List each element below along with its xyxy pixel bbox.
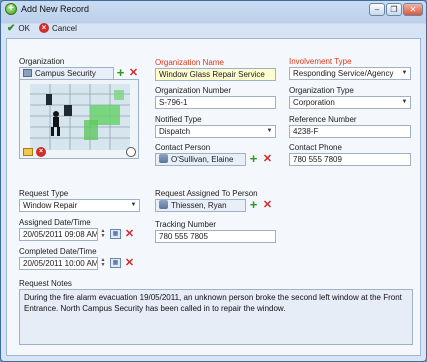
toolbar: ✔ OK × Cancel (1, 20, 426, 36)
notified-type-select[interactable]: Dispatch ▼ (155, 125, 276, 138)
organization-type-label: Organization Type (289, 86, 354, 95)
organization-value: Campus Security (35, 69, 96, 78)
open-image-icon[interactable] (23, 148, 33, 156)
calendar-icon[interactable]: ▦ (110, 258, 121, 268)
remove-assigned-person-icon[interactable]: ✕ (262, 200, 273, 211)
restore-button[interactable]: ❐ (386, 3, 402, 16)
contact-person-field[interactable]: O'Sullivan, Elaine (155, 153, 246, 166)
add-new-record-window: + Add New Record – ❐ ✕ ✔ OK × Cancel Org… (0, 0, 427, 362)
tracking-number-label: Tracking Number (155, 220, 217, 229)
request-assigned-to-value: Thiessen, Ryan (171, 201, 227, 210)
request-type-label: Request Type (19, 189, 69, 198)
remove-contact-person-icon[interactable]: ✕ (262, 154, 273, 165)
chevron-down-icon: ▼ (130, 202, 137, 208)
request-notes-label: Request Notes (19, 279, 72, 288)
close-window-button[interactable]: ✕ (403, 3, 423, 16)
cancel-icon: × (39, 23, 49, 33)
window-title: Add New Record (21, 4, 90, 14)
contact-phone-field[interactable]: 780 555 7809 (289, 153, 411, 166)
organization-name-label: Organization Name (155, 58, 224, 67)
chevron-down-icon: ▼ (401, 99, 408, 105)
add-record-icon: + (5, 3, 17, 15)
clear-image-icon[interactable]: × (36, 147, 46, 157)
organization-number-label: Organization Number (155, 86, 232, 95)
assigned-datetime-field[interactable]: 20/05/2011 09:08 AM (19, 228, 98, 241)
person-icon (159, 200, 168, 209)
notified-type-value: Dispatch (159, 127, 191, 136)
involvement-type-select[interactable]: Responding Service/Agency ▼ (289, 67, 411, 80)
record-form-panel: Organization Campus Security + ✕ × Organ… (6, 38, 421, 356)
involvement-type-value: Responding Service/Agency (293, 69, 394, 78)
organization-type-value: Corporation (293, 98, 335, 107)
person-icon (159, 154, 168, 163)
notified-type-label: Notified Type (155, 115, 202, 124)
organization-number-field[interactable]: S-796-1 (155, 96, 276, 109)
completed-datetime-field[interactable]: 20/05/2011 10:00 AM (19, 257, 98, 270)
reference-number-label: Reference Number (289, 115, 357, 124)
organization-type-select[interactable]: Corporation ▼ (289, 96, 411, 109)
chevron-down-icon: ▼ (401, 70, 408, 76)
involvement-type-label: Involvement Type (289, 57, 352, 66)
request-type-select[interactable]: Window Repair ▼ (19, 199, 140, 212)
contact-phone-label: Contact Phone (289, 143, 342, 152)
organization-icon (23, 69, 32, 77)
clear-assigned-datetime-icon[interactable]: ✕ (124, 229, 135, 240)
assigned-datetime-spinner[interactable]: ▲ ▼ (100, 229, 106, 240)
add-contact-person-icon[interactable]: + (248, 152, 259, 165)
chevron-down-icon: ▼ (266, 128, 273, 134)
check-icon: ✔ (7, 22, 16, 34)
calendar-icon[interactable]: ▦ (110, 229, 121, 239)
add-organization-icon[interactable]: + (115, 66, 126, 79)
minimize-button[interactable]: – (369, 3, 385, 16)
add-assigned-person-icon[interactable]: + (248, 198, 259, 211)
organization-name-field[interactable]: Window Glass Repair Service (155, 68, 276, 81)
contact-person-value: O'Sullivan, Elaine (171, 155, 234, 164)
ok-button[interactable]: ✔ OK (7, 21, 30, 35)
organization-label: Organization (19, 57, 65, 66)
request-assigned-to-field[interactable]: Thiessen, Ryan (155, 199, 246, 212)
tracking-number-field[interactable]: 780 555 7805 (155, 230, 276, 243)
cancel-button[interactable]: × Cancel (39, 21, 77, 35)
cancel-label: Cancel (52, 23, 77, 33)
request-notes-textarea[interactable]: During the fire alarm evacuation 19/05/2… (19, 289, 413, 345)
title-bar[interactable]: + Add New Record – ❐ ✕ (1, 1, 426, 20)
request-type-value: Window Repair (23, 201, 78, 210)
zoom-image-icon[interactable] (126, 147, 136, 157)
request-assigned-to-label: Request Assigned To Person (155, 189, 258, 198)
reference-number-field[interactable]: 4238-F (289, 125, 411, 138)
remove-organization-icon[interactable]: ✕ (128, 68, 139, 79)
assigned-datetime-label: Assigned Date/Time (19, 218, 91, 227)
clear-completed-datetime-icon[interactable]: ✕ (124, 258, 135, 269)
organization-photo: × (19, 79, 139, 159)
completed-datetime-spinner[interactable]: ▲ ▼ (100, 258, 106, 269)
ok-label: OK (18, 23, 30, 33)
completed-datetime-label: Completed Date/Time (19, 247, 97, 256)
contact-person-label: Contact Person (155, 143, 211, 152)
